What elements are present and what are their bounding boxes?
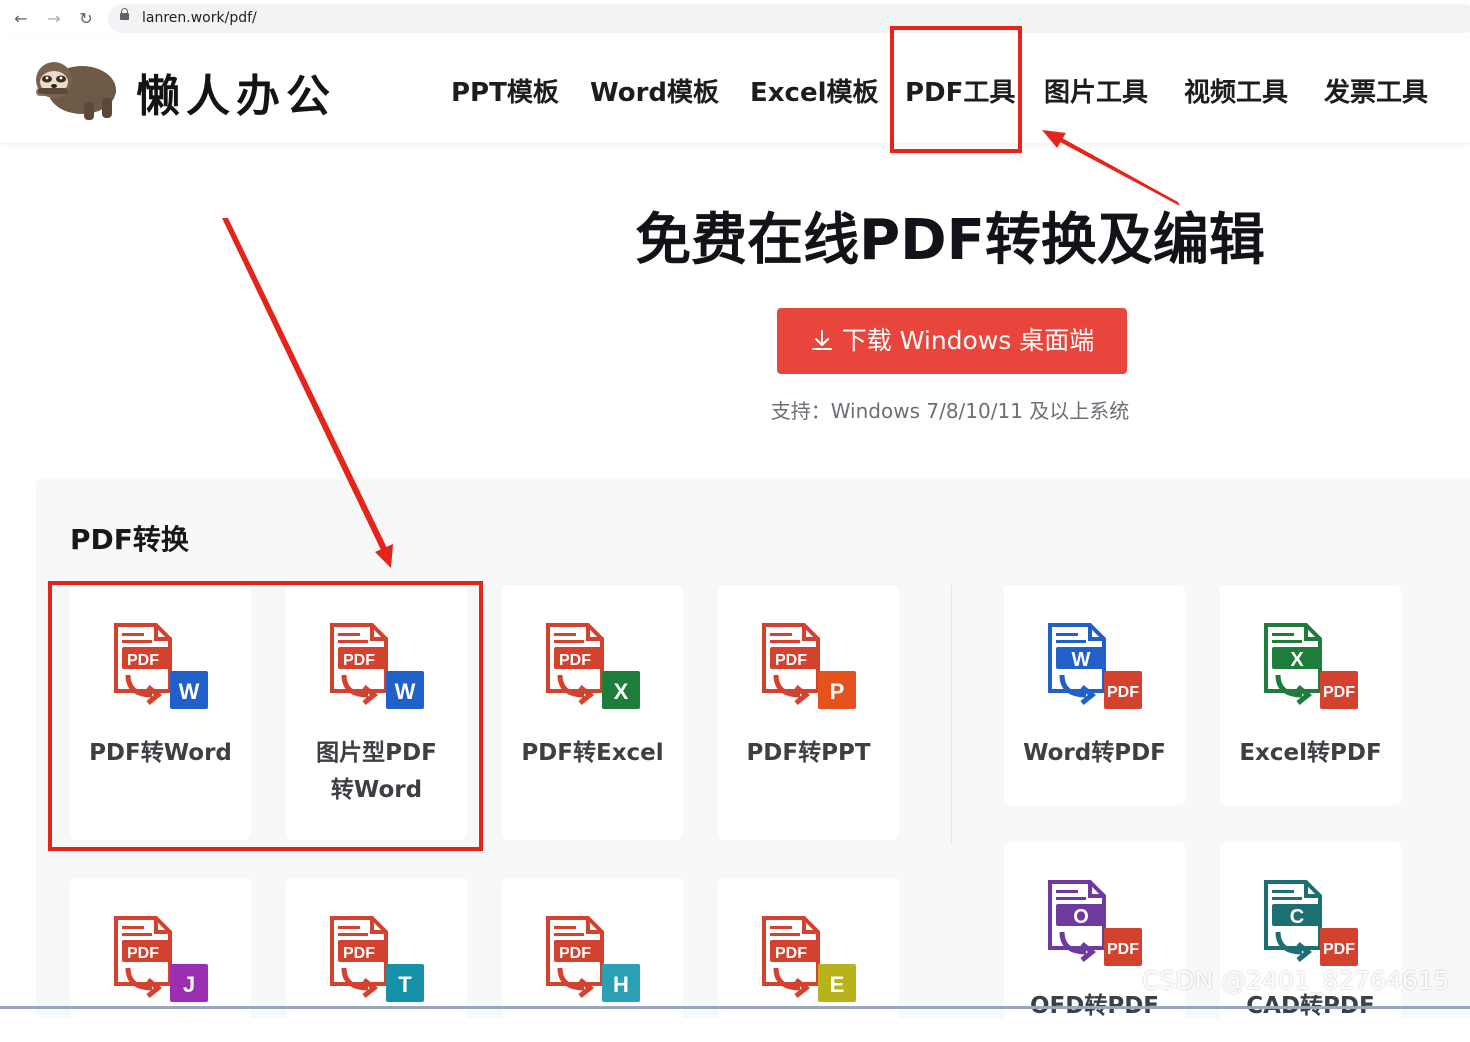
annotation-arrow-nav-shaft [1060,138,1180,206]
annotation-arrows [222,130,1180,568]
watermark-text: CSDN @2401_82764615 [1142,966,1450,995]
annotation-arrow-down-shaft [222,218,387,550]
